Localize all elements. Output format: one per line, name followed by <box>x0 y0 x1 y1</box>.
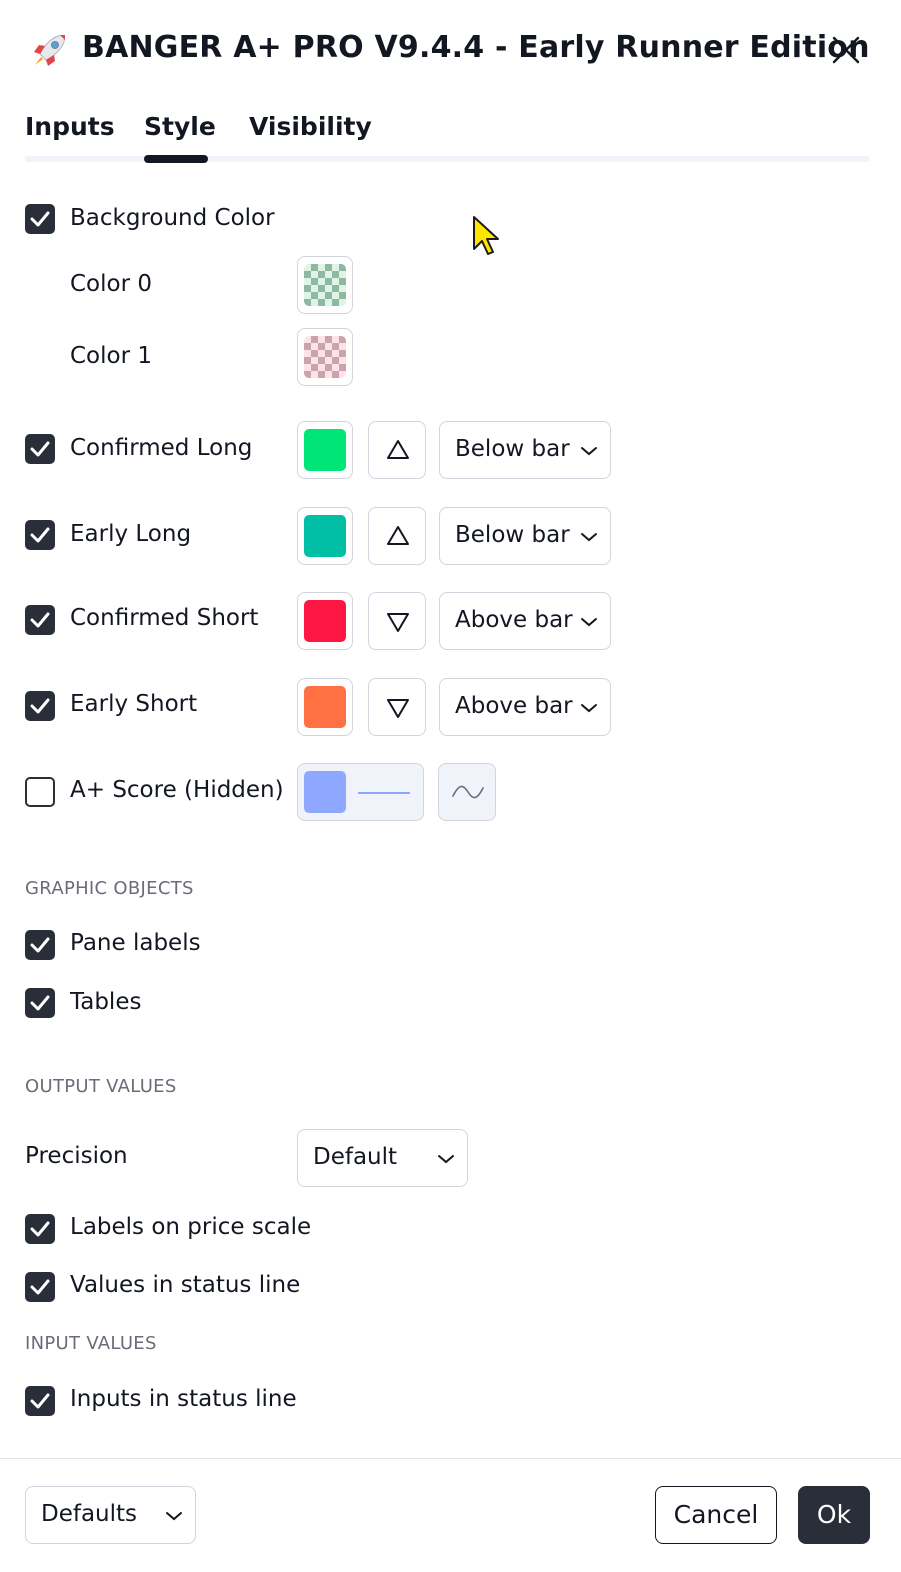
confirmed-short-label: Confirmed Short <box>70 605 259 631</box>
values-in-status-line-checkbox[interactable] <box>25 1272 55 1302</box>
background-color-label: Background Color <box>70 205 275 231</box>
confirmed-long-shape-button[interactable] <box>368 421 426 479</box>
confirmed-long-color-swatch[interactable] <box>297 421 353 479</box>
confirmed-long-label: Confirmed Long <box>70 435 253 461</box>
input-values-header: INPUT VALUES <box>25 1333 157 1354</box>
pane-labels-checkbox[interactable] <box>25 930 55 960</box>
dialog-title: BANGER A+ PRO V9.4.4 - Early Runner Edit… <box>82 30 870 65</box>
values-in-status-line-label: Values in status line <box>70 1272 301 1298</box>
select-value: Below bar <box>455 436 570 462</box>
chevron-down-icon <box>166 1512 182 1521</box>
graphic-objects-header: GRAPHIC OBJECTS <box>25 878 194 899</box>
color-fill <box>304 771 346 813</box>
select-value: Above bar <box>455 693 573 719</box>
cancel-button[interactable]: Cancel <box>655 1486 777 1544</box>
checker-swatch <box>304 336 346 378</box>
color-fill <box>304 600 346 642</box>
confirmed-long-location-select[interactable]: Below bar <box>439 421 611 479</box>
triangle-down-icon <box>387 613 409 632</box>
precision-select[interactable]: Default <box>297 1129 468 1187</box>
color-1-swatch[interactable] <box>297 328 353 386</box>
inputs-in-status-line-checkbox[interactable] <box>25 1386 55 1416</box>
chevron-down-icon <box>581 447 597 456</box>
tab-inputs[interactable]: Inputs <box>25 112 115 141</box>
select-value: Above bar <box>455 607 573 633</box>
triangle-up-icon <box>387 526 409 545</box>
close-icon[interactable] <box>830 34 862 66</box>
early-short-shape-button[interactable] <box>368 678 426 736</box>
select-value: Below bar <box>455 522 570 548</box>
color-0-swatch[interactable] <box>297 256 353 314</box>
footer-divider <box>0 1458 901 1459</box>
early-long-label: Early Long <box>70 521 192 547</box>
tab-style[interactable]: Style <box>144 112 216 141</box>
line-chart-icon <box>452 785 484 799</box>
tab-visibility[interactable]: Visibility <box>249 112 372 141</box>
labels-on-price-scale-checkbox[interactable] <box>25 1214 55 1244</box>
early-long-checkbox[interactable] <box>25 520 55 550</box>
confirmed-short-shape-button[interactable] <box>368 592 426 650</box>
early-long-color-swatch[interactable] <box>297 507 353 565</box>
color-fill <box>304 515 346 557</box>
select-value: Default <box>313 1144 398 1170</box>
tables-label: Tables <box>70 989 142 1015</box>
defaults-dropdown[interactable]: Defaults <box>25 1486 196 1544</box>
color-fill <box>304 686 346 728</box>
color-fill <box>304 429 346 471</box>
background-color-checkbox[interactable] <box>25 204 55 234</box>
inputs-in-status-line-label: Inputs in status line <box>70 1386 297 1412</box>
triangle-up-icon <box>387 440 409 459</box>
score-plot-type-button[interactable] <box>438 763 496 821</box>
confirmed-short-checkbox[interactable] <box>25 605 55 635</box>
checker-swatch <box>304 264 346 306</box>
precision-label: Precision <box>25 1143 128 1169</box>
triangle-down-icon <box>387 699 409 718</box>
tab-active-indicator <box>144 155 208 163</box>
chevron-down-icon <box>438 1155 454 1164</box>
mouse-cursor-icon <box>472 215 502 261</box>
early-long-location-select[interactable]: Below bar <box>439 507 611 565</box>
rocket-icon <box>28 30 70 72</box>
line-style-preview <box>358 792 410 794</box>
score-checkbox[interactable] <box>25 777 55 807</box>
early-short-location-select[interactable]: Above bar <box>439 678 611 736</box>
early-short-checkbox[interactable] <box>25 691 55 721</box>
ok-button[interactable]: Ok <box>798 1486 870 1544</box>
select-value: Defaults <box>41 1501 138 1527</box>
confirmed-short-location-select[interactable]: Above bar <box>439 592 611 650</box>
confirmed-short-color-swatch[interactable] <box>297 592 353 650</box>
tables-checkbox[interactable] <box>25 988 55 1018</box>
confirmed-long-checkbox[interactable] <box>25 434 55 464</box>
score-label: A+ Score (Hidden) <box>70 777 284 803</box>
early-long-shape-button[interactable] <box>368 507 426 565</box>
early-short-color-swatch[interactable] <box>297 678 353 736</box>
chevron-down-icon <box>581 704 597 713</box>
chevron-down-icon <box>581 533 597 542</box>
chevron-down-icon <box>581 618 597 627</box>
pane-labels-label: Pane labels <box>70 930 201 956</box>
color-0-label: Color 0 <box>70 271 152 297</box>
score-color-line-button[interactable] <box>297 763 424 821</box>
labels-on-price-scale-label: Labels on price scale <box>70 1214 312 1240</box>
early-short-label: Early Short <box>70 691 198 717</box>
color-1-label: Color 1 <box>70 343 152 369</box>
output-values-header: OUTPUT VALUES <box>25 1076 177 1097</box>
